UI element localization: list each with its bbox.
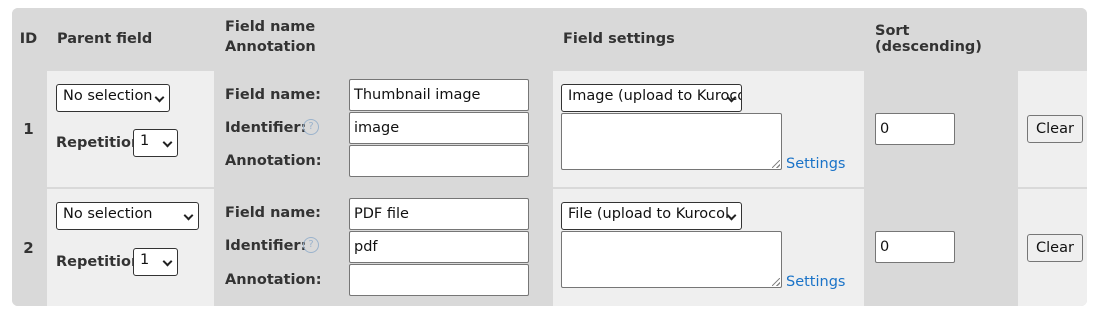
row-id-text: 1	[23, 120, 34, 138]
parent-field-select[interactable]: No selection	[56, 84, 170, 112]
row-1-sort-cell: 0	[866, 71, 1016, 187]
field-type-select-value: File (upload to Kurocol	[568, 206, 730, 222]
header-field-name: Field name Annotation	[216, 8, 551, 69]
field-name-input[interactable]: PDF file	[349, 198, 529, 230]
row-2-sort-cell: 0	[866, 189, 1016, 306]
parent-field-select-value: No selection	[63, 88, 153, 104]
repetition-select-value: 1	[140, 252, 150, 268]
header-field-name-label: Field name	[225, 19, 316, 35]
parent-field-select-value: No selection	[63, 206, 153, 222]
help-icon[interactable]: ?	[303, 119, 319, 135]
header-parent-field-label: Parent field	[57, 30, 153, 47]
sort-input-value: 0	[880, 239, 890, 255]
row-1-name-cell: Field name: Thumbnail image Identifier: …	[216, 71, 551, 187]
header-parent-field: Parent field	[47, 8, 214, 69]
row-1-settings-cell: Image (upload to Kuroco) Settings	[553, 71, 864, 187]
field-name-input-value: PDF file	[354, 206, 409, 222]
identifier-input[interactable]: image	[349, 112, 529, 144]
field-name-input-value: Thumbnail image	[354, 87, 481, 103]
clear-button[interactable]: Clear	[1027, 115, 1083, 143]
header-id-label: ID	[19, 30, 38, 47]
clear-button[interactable]: Clear	[1027, 234, 1083, 262]
field-settings-textarea[interactable]	[561, 231, 782, 288]
repetition-select[interactable]: 1	[133, 129, 178, 157]
field-settings-textarea[interactable]	[561, 113, 782, 170]
sort-input-value: 0	[880, 121, 890, 137]
parent-field-select[interactable]: No selection	[56, 202, 199, 230]
help-icon[interactable]: ?	[303, 237, 319, 253]
field-name-label: Field name:	[225, 205, 321, 221]
repetition-label: Repetition	[56, 254, 142, 270]
header-sort-label: Sort (descending)	[875, 22, 982, 55]
row-2-name-cell: Field name: PDF file Identifier: ? pdf A…	[216, 189, 551, 306]
chevron-down-icon	[162, 256, 173, 267]
settings-link[interactable]: Settings	[786, 156, 845, 172]
row-1-parent-cell: No selection Repetition 1	[47, 71, 214, 187]
resize-grip-icon[interactable]	[772, 278, 780, 286]
chevron-down-icon	[154, 92, 165, 103]
annotation-input[interactable]	[349, 145, 529, 177]
row-2-id: 2	[12, 189, 45, 306]
identifier-input[interactable]: pdf	[349, 231, 529, 263]
row-2-settings-cell: File (upload to Kurocol Settings	[553, 189, 864, 306]
header-actions	[1018, 8, 1087, 69]
identifier-input-value: image	[354, 120, 400, 136]
field-name-label: Field name:	[225, 87, 321, 103]
sort-input[interactable]: 0	[875, 113, 955, 145]
chevron-down-icon	[183, 210, 194, 221]
header-annotation-label: Annotation	[225, 39, 316, 55]
identifier-input-value: pdf	[354, 239, 378, 255]
header-field-settings: Field settings	[553, 8, 864, 69]
row-2-actions-cell: Clear	[1018, 189, 1087, 306]
field-type-select[interactable]: Image (upload to Kuroco)	[561, 84, 742, 112]
annotation-label: Annotation:	[225, 153, 322, 169]
header-sort: Sort (descending)	[866, 8, 1016, 69]
header-field-settings-label: Field settings	[563, 30, 675, 47]
sort-input[interactable]: 0	[875, 231, 955, 263]
repetition-select-value: 1	[140, 133, 150, 149]
repetition-label: Repetition	[56, 135, 142, 151]
field-name-input[interactable]: Thumbnail image	[349, 79, 529, 111]
chevron-down-icon	[162, 137, 173, 148]
field-type-select-value: Image (upload to Kuroco)	[568, 88, 742, 104]
header-id: ID	[12, 8, 45, 69]
identifier-label: Identifier:	[225, 120, 307, 136]
annotation-label: Annotation:	[225, 272, 322, 288]
row-id-text: 2	[23, 238, 34, 257]
row-2-parent-cell: No selection Repetition 1	[47, 189, 214, 306]
resize-grip-icon[interactable]	[772, 160, 780, 168]
annotation-input[interactable]	[349, 264, 529, 296]
fields-table: ID Parent field Field name Annotation Fi…	[12, 8, 1087, 306]
row-1-actions-cell: Clear	[1018, 71, 1087, 187]
repetition-select[interactable]: 1	[133, 248, 178, 276]
row-1-id: 1	[12, 71, 45, 187]
settings-link[interactable]: Settings	[786, 274, 845, 290]
field-type-select[interactable]: File (upload to Kurocol	[561, 202, 742, 230]
identifier-label: Identifier:	[225, 238, 307, 254]
